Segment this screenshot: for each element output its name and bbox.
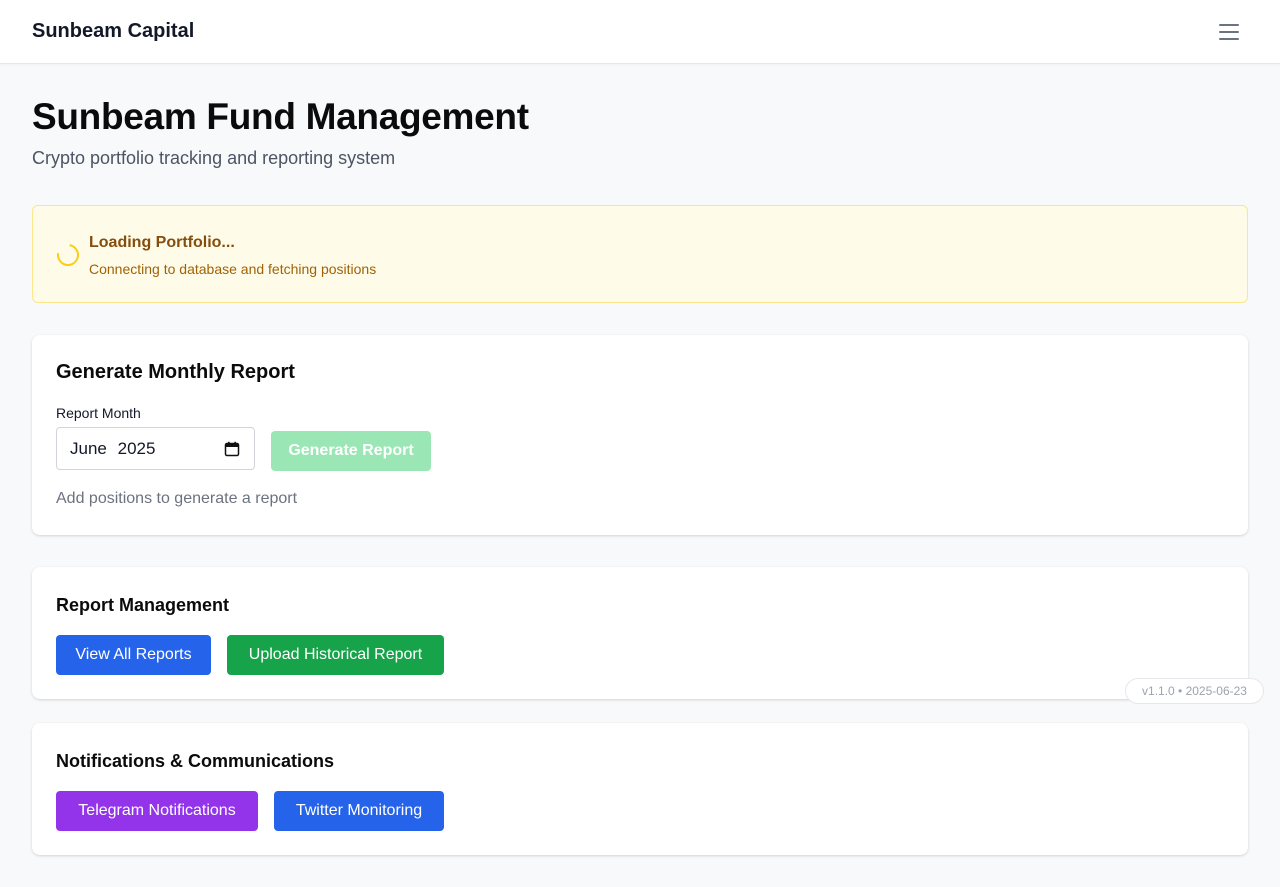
calendar-icon[interactable] [224, 441, 240, 457]
loading-spinner-icon [52, 239, 84, 271]
version-badge: v1.1.0 • 2025-06-23 [1125, 678, 1264, 704]
report-month-value-month: June [70, 438, 107, 458]
alert-message: Connecting to database and fetching posi… [89, 261, 377, 277]
page-title: Sunbeam Fund Management [32, 96, 529, 137]
notifications-card: Notifications & Communications Telegram … [32, 723, 1248, 855]
report-month-value-year: 2025 [117, 438, 156, 458]
generate-report-hint: Add positions to generate a report [56, 490, 298, 507]
generate-report-card: Generate Monthly Report Report Month Jun… [32, 335, 1248, 535]
notifications-title: Notifications & Communications [56, 751, 335, 771]
hamburger-menu-icon[interactable] [1219, 23, 1239, 40]
upload-historical-report-button[interactable]: Upload Historical Report [227, 635, 444, 675]
twitter-monitoring-button[interactable]: Twitter Monitoring [274, 791, 444, 831]
generate-report-title: Generate Monthly Report [56, 361, 295, 383]
report-month-label: Report Month [56, 405, 141, 421]
report-month-input[interactable]: June 2025 [56, 427, 255, 470]
report-management-title: Report Management [56, 595, 230, 615]
loading-alert: Loading Portfolio... Connecting to datab… [32, 205, 1248, 303]
alert-title: Loading Portfolio... [89, 234, 235, 251]
view-all-reports-button[interactable]: View All Reports [56, 635, 211, 675]
generate-report-button[interactable]: Generate Report [271, 431, 431, 471]
top-navbar: Sunbeam Capital [0, 0, 1280, 64]
brand-name[interactable]: Sunbeam Capital [32, 20, 194, 43]
telegram-notifications-button[interactable]: Telegram Notifications [56, 791, 258, 831]
report-management-card: Report Management View All Reports Uploa… [32, 567, 1248, 699]
page-subtitle: Crypto portfolio tracking and reporting … [32, 148, 396, 168]
